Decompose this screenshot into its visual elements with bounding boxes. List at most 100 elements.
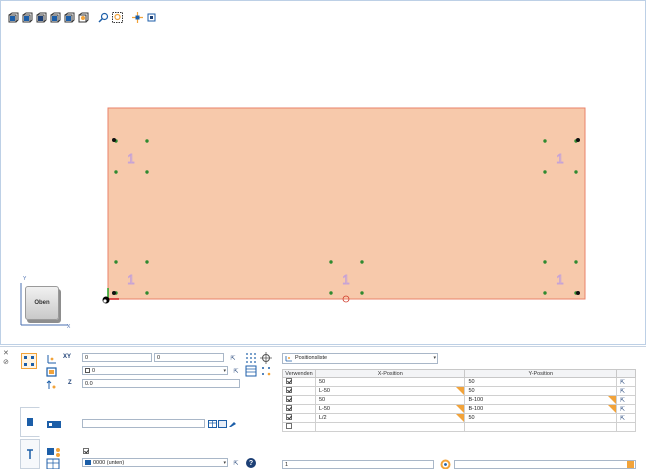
pick-cell xyxy=(616,422,636,432)
corner-marker xyxy=(576,138,580,142)
formula-flag-icon xyxy=(456,405,465,413)
table-row[interactable]: L-50 B-100 ⇱ xyxy=(282,404,636,414)
chevron-down-icon: ▾ xyxy=(433,355,436,361)
format-icon[interactable] xyxy=(217,419,227,429)
z-label: Z xyxy=(68,380,72,386)
navigation-cube[interactable]: Oben xyxy=(21,284,63,326)
table-row[interactable]: 50 50 ⇱ xyxy=(282,377,636,387)
layer-manager-icon[interactable] xyxy=(245,365,257,377)
use-cell xyxy=(282,413,316,423)
refresh-icon[interactable] xyxy=(440,459,451,469)
y-position-cell[interactable]: B-100 xyxy=(464,404,617,414)
y-position-value: 50 xyxy=(468,415,475,421)
grid-snap-icon[interactable] xyxy=(245,352,257,364)
table-row[interactable]: L-50 50 ⇱ xyxy=(282,386,636,396)
y-position-value: B-100 xyxy=(468,397,484,403)
y-position-value: B-100 xyxy=(468,406,484,412)
y-position-cell[interactable]: 50 xyxy=(464,386,617,396)
y-position-cell[interactable] xyxy=(464,422,617,432)
z-input[interactable]: 0.0 xyxy=(82,379,240,388)
edit-icon[interactable] xyxy=(227,419,237,429)
table-icon[interactable] xyxy=(207,419,217,429)
x-position-cell[interactable]: L/2 xyxy=(314,413,466,423)
active-checkbox[interactable] xyxy=(83,448,89,454)
close-icon[interactable]: ✕ xyxy=(3,349,9,357)
hole-dot xyxy=(114,170,118,174)
pick-cell: ⇱ xyxy=(616,386,636,396)
use-checkbox[interactable] xyxy=(286,414,292,420)
position-list-area: Positionsliste ▾ Verwenden X-Position Y-… xyxy=(282,351,638,469)
use-checkbox[interactable] xyxy=(286,387,292,393)
column-header-y[interactable]: Y-Position xyxy=(464,369,617,378)
pick-cell: ⇱ xyxy=(616,377,636,387)
column-header-use[interactable]: Verwenden xyxy=(282,369,316,378)
y-position-value: 50 xyxy=(468,379,475,385)
status-field xyxy=(454,460,636,469)
table-row[interactable]: L/2 50 ⇱ xyxy=(282,413,636,423)
use-checkbox[interactable] xyxy=(286,405,292,411)
use-cell xyxy=(282,422,316,432)
row-count-input[interactable]: 1 xyxy=(282,460,434,469)
pick-layer-icon[interactable]: ⇱ xyxy=(231,366,241,376)
x-position-cell[interactable]: L-50 xyxy=(314,386,466,396)
pin-icon[interactable]: ⊘ xyxy=(3,358,9,366)
layer-select[interactable]: 0 ▾ xyxy=(82,366,228,375)
panel-side-strip: ✕ ⊘ xyxy=(0,347,18,469)
3d-viewport[interactable]: 1 1 1 1 1 Y X Oben xyxy=(0,0,646,345)
pick-cell: ⇱ xyxy=(616,395,636,405)
hole-dot xyxy=(360,291,364,295)
plate-rectangle[interactable] xyxy=(107,107,586,300)
formula-flag-icon xyxy=(608,405,616,413)
pick-material-icon[interactable]: ⇱ xyxy=(231,458,241,468)
column-header-x[interactable]: X-Position xyxy=(314,369,466,378)
xy-coordinate-icon xyxy=(47,355,56,364)
property-panel: ✕ ⊘ XY 0 0 ⇱ 0 ▾ ⇱ Z 0.0 0000 (unten) ▾ … xyxy=(0,346,646,469)
text-input[interactable] xyxy=(82,419,205,428)
help-icon[interactable]: ? xyxy=(246,458,256,468)
expand-icon[interactable] xyxy=(627,461,634,468)
grid-points-icon xyxy=(24,356,34,366)
mode-toggle-active[interactable] xyxy=(21,353,37,369)
chevron-down-icon: ▾ xyxy=(223,368,226,374)
y-input[interactable]: 0 xyxy=(154,353,224,362)
y-position-cell[interactable]: B-100 xyxy=(464,395,617,405)
pick-point-icon[interactable]: ⇱ xyxy=(228,353,238,363)
properties-tab-icon xyxy=(27,418,33,426)
hole-dot xyxy=(145,260,149,264)
position-list-select[interactable]: Positionsliste ▾ xyxy=(282,353,438,364)
snap-points-icon[interactable] xyxy=(260,365,272,377)
tab-geometry[interactable] xyxy=(20,439,40,469)
use-checkbox[interactable] xyxy=(286,423,292,429)
material-select[interactable]: 0000 (unten) ▾ xyxy=(82,458,228,467)
list-type-icon xyxy=(285,356,292,362)
x-position-cell[interactable] xyxy=(314,422,466,432)
formula-flag-icon xyxy=(608,396,616,404)
x-position-cell[interactable]: 50 xyxy=(314,395,466,405)
scene[interactable]: 1 1 1 1 1 Y X xyxy=(1,1,646,346)
tab-properties[interactable] xyxy=(20,407,40,437)
pick-position-icon[interactable]: ⇱ xyxy=(620,416,625,422)
pick-position-icon[interactable]: ⇱ xyxy=(620,398,625,404)
use-cell xyxy=(282,377,316,387)
object-type-icon xyxy=(47,448,60,457)
use-cell xyxy=(282,386,316,396)
crosshair-icon[interactable] xyxy=(260,352,272,364)
use-checkbox[interactable] xyxy=(286,396,292,402)
hole-dot xyxy=(360,260,364,264)
x-position-cell[interactable]: 50 xyxy=(314,377,466,387)
x-input[interactable]: 0 xyxy=(82,353,152,362)
pick-position-icon[interactable]: ⇱ xyxy=(620,389,625,395)
use-checkbox[interactable] xyxy=(286,378,292,384)
hole-dot xyxy=(543,291,547,295)
pick-position-icon[interactable]: ⇱ xyxy=(620,380,625,386)
pick-cell: ⇱ xyxy=(616,413,636,423)
y-position-cell[interactable]: 50 xyxy=(464,413,617,423)
navcube-face-top[interactable]: Oben xyxy=(25,286,59,320)
corner-marker xyxy=(576,291,580,295)
hole-dot xyxy=(145,139,149,143)
pick-position-icon[interactable]: ⇱ xyxy=(620,407,625,413)
table-row[interactable] xyxy=(282,422,636,432)
table-row[interactable]: 50 B-100 ⇱ xyxy=(282,395,636,405)
x-position-cell[interactable]: L-50 xyxy=(314,404,466,414)
y-position-cell[interactable]: 50 xyxy=(464,377,617,387)
